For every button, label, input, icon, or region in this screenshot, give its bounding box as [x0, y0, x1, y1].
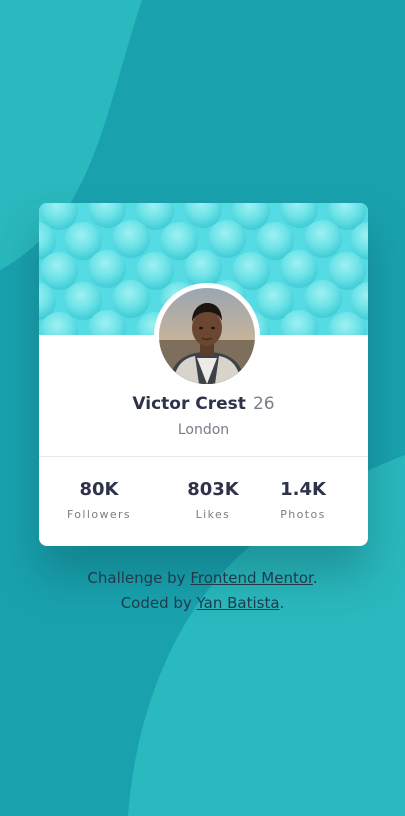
attribution: Challenge by Frontend Mentor. Coded by Y… [0, 566, 405, 616]
profile-card: Victor Crest 26 London 80K Followers 803K… [39, 203, 368, 546]
attribution-line-1: Challenge by Frontend Mentor. [0, 566, 405, 591]
profile-age: 26 [252, 394, 275, 414]
avatar [159, 288, 255, 384]
stat-value: 80K [79, 479, 119, 500]
attribution-period: . [312, 569, 318, 587]
stat-value: 1.4K [280, 479, 326, 500]
stat-label: Followers [66, 508, 132, 521]
stat-label: Photos [280, 508, 326, 521]
stat-value: 803K [187, 479, 239, 500]
attribution-period: . [279, 594, 285, 612]
attribution-line-2: Coded by Yan Batista. [0, 591, 405, 616]
stat-likes: 803K Likes [163, 478, 263, 522]
attribution-challenge-text: Challenge by [87, 569, 191, 587]
author-link[interactable]: Yan Batista [197, 594, 280, 612]
profile-name: Victor Crest [132, 394, 246, 414]
profile-photo-icon [159, 288, 255, 384]
name-row: Victor Crest 26 [39, 393, 368, 415]
profile-location: London [177, 422, 230, 438]
frontend-mentor-link[interactable]: Frontend Mentor [190, 569, 313, 587]
stat-photos: 1.4K Photos [253, 478, 353, 522]
divider [39, 456, 368, 457]
stat-label: Likes [195, 508, 231, 521]
stat-followers: 80K Followers [49, 478, 149, 522]
avatar-ring [154, 283, 260, 389]
attribution-coded-text: Coded by [120, 594, 197, 612]
